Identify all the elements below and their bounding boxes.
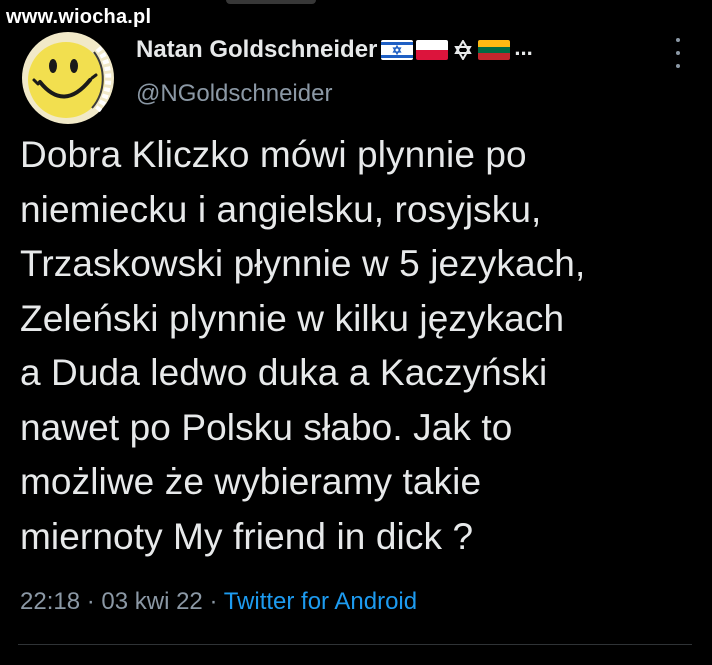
avatar[interactable] (20, 30, 116, 126)
tweet-meta: 22:18 · 03 kwi 22 · Twitter for Android (20, 588, 417, 616)
tweet-time[interactable]: 22:18 (20, 588, 80, 615)
more-options-button[interactable] (668, 38, 688, 68)
meta-separator: · (202, 588, 224, 615)
tweet-date[interactable]: 03 kwi 22 (101, 588, 202, 615)
lithuania-flag (478, 40, 511, 60)
watermark: www.wiocha.pl (6, 6, 152, 28)
israel-flag (381, 40, 414, 60)
more-vertical-icon (676, 51, 680, 55)
star-of-david-icon (451, 40, 475, 60)
name-emoji-flags (381, 40, 511, 60)
author-display-name[interactable]: Natan Goldschneider (136, 36, 377, 64)
author-handle[interactable]: @NGoldschneider (136, 80, 332, 108)
tweet-text: Dobra Kliczko mówi plynnie po niemiecku … (20, 134, 586, 557)
poland-flag (416, 40, 449, 60)
name-ellipsis: ... (514, 35, 533, 60)
more-vertical-icon (676, 38, 680, 42)
author-name-row[interactable]: Natan Goldschneider ... (136, 35, 533, 64)
more-vertical-icon (676, 64, 680, 68)
divider (18, 644, 692, 645)
tweet-source-link[interactable]: Twitter for Android (224, 588, 417, 615)
meta-separator: · (80, 588, 102, 615)
truncated-header (226, 0, 316, 4)
smiley-avatar-icon (22, 32, 114, 124)
